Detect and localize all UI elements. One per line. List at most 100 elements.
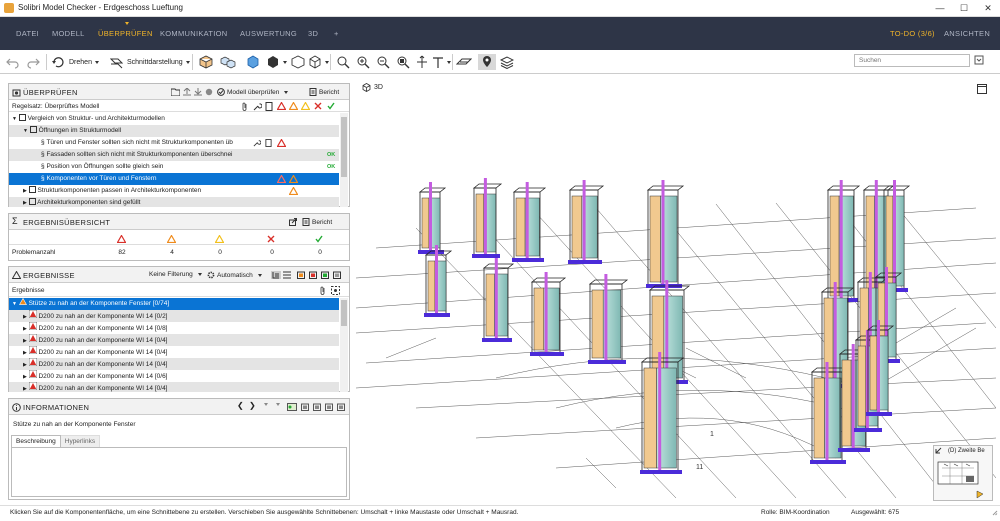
redo-icon[interactable] [26, 54, 40, 70]
category-red-icon[interactable] [309, 271, 317, 279]
tree-row[interactable]: § Fassaden sollten sich nicht mit Strukt… [9, 149, 339, 161]
critical-result-icon [28, 358, 37, 368]
result-row[interactable]: ▶ D200 zu nah an der Komponente WI 14 [0… [9, 334, 339, 346]
result-row[interactable]: ▶ D200 zu nah an der Komponente WI 14 [0… [9, 358, 339, 370]
tab-description[interactable]: Beschreibung [11, 435, 61, 447]
tree-row-selected[interactable]: § Komponenten vor Türen und Fenstern [9, 173, 339, 185]
record-icon[interactable] [205, 88, 213, 96]
search-input[interactable] [854, 54, 970, 67]
menu-datei[interactable]: DATEI [16, 29, 39, 38]
problem-count-label: Problemanzahl [12, 249, 56, 256]
result-row[interactable]: ▶ D200 zu nah an der Komponente WI 14 [0… [9, 370, 339, 382]
toolbar-separator [330, 54, 331, 70]
layers-icon[interactable] [500, 54, 514, 70]
filter-dropdown[interactable]: Keine Filterung [149, 271, 202, 278]
result-row[interactable]: ▶ D200 zu nah an der Komponente WI 14 [0… [9, 310, 339, 322]
auto-dropdown[interactable]: Automatisch [207, 271, 262, 279]
tree-row[interactable]: ▶ Architekturkomponenten sind gefüllt [9, 197, 339, 207]
list-view-icon[interactable] [283, 271, 291, 279]
main-menu-bar: DATEI MODELL ÜBERPRÜFEN KOMMUNIKATION AU… [0, 17, 1000, 50]
menu-kommunikation[interactable]: KOMMUNIKATION [160, 29, 228, 38]
fly-icon[interactable] [416, 54, 428, 70]
collapse-minimap-icon[interactable] [935, 447, 942, 456]
wrench-icon [253, 139, 262, 149]
zoom-out-icon[interactable] [376, 54, 390, 70]
check-model-button[interactable]: Modell überprüfen [217, 88, 289, 96]
section-dropdown[interactable]: Schnittdarstellung [110, 54, 190, 70]
ruleset-folder-icon [29, 126, 37, 133]
tab-hyperlinks[interactable]: Hyperlinks [60, 435, 101, 447]
results-scrollbar[interactable] [340, 298, 348, 392]
cube-view-dropdown[interactable] [308, 54, 329, 70]
floor-plan-icon[interactable] [456, 54, 472, 70]
category-4-icon[interactable] [337, 403, 345, 411]
zoom-in-icon[interactable] [356, 54, 370, 70]
next-icon[interactable]: ❯ [249, 401, 256, 410]
multi-box-icon[interactable] [220, 54, 236, 70]
minimap[interactable]: (D) Zweite Be [933, 445, 993, 501]
category-green-icon[interactable] [321, 271, 329, 279]
menu-auswertung[interactable]: AUSWERTUNG [240, 29, 297, 38]
category-3-icon[interactable] [325, 403, 333, 411]
rotate-dropdown[interactable]: Drehen [52, 54, 99, 70]
box-select-icon[interactable] [198, 54, 214, 70]
location-pin-icon[interactable] [478, 54, 496, 70]
result-row[interactable]: ▶ D200 zu nah an der Komponente WI 14 [0… [9, 346, 339, 358]
category-2-icon[interactable] [313, 403, 321, 411]
show-box-icon[interactable] [246, 54, 260, 70]
description-textarea[interactable] [11, 447, 347, 497]
category-1-icon[interactable] [301, 403, 309, 411]
nav-dropdown-icon[interactable] [261, 403, 268, 406]
move-dropdown[interactable] [432, 54, 451, 70]
close-window-button[interactable]: ✕ [978, 2, 998, 14]
report-button[interactable]: Bericht [309, 88, 339, 96]
sort-tree-icon[interactable] [271, 271, 281, 279]
maximize-button[interactable]: ☐ [954, 2, 974, 14]
tree-row[interactable]: ▶ Strukturkomponenten passen in Architek… [9, 185, 339, 197]
moderate-issue-icon [288, 186, 299, 197]
tree-row[interactable]: ▼ Vergleich von Struktur- und Architektu… [9, 113, 339, 125]
transparency-icon[interactable] [290, 54, 306, 70]
minimize-button[interactable]: — [930, 2, 950, 14]
upload-icon[interactable] [183, 88, 191, 96]
critical-count: 82 [118, 249, 126, 256]
category-gray-icon[interactable] [333, 271, 341, 279]
todo-button[interactable]: TO-DO (3/6) [890, 29, 935, 38]
download-icon[interactable] [194, 88, 202, 96]
menu-add-tab[interactable]: + [334, 29, 339, 38]
section-icon [110, 58, 123, 68]
result-row[interactable]: ▶ D200 zu nah an der Komponente WI 14 [0… [9, 322, 339, 334]
hide-box-dropdown[interactable] [266, 54, 287, 70]
nav-options-icon[interactable] [273, 403, 280, 406]
category-orange-icon[interactable] [297, 271, 305, 279]
search-options-icon[interactable] [974, 55, 984, 67]
ruleset-header: Regelsatz: Überprüftes Modell [9, 101, 349, 112]
warning-outline-icon [11, 270, 22, 281]
menu-modell[interactable]: MODELL [52, 29, 85, 38]
previous-icon[interactable]: ❮ [237, 401, 244, 410]
open-folder-icon[interactable] [171, 88, 180, 96]
zoom-fit-icon[interactable] [336, 54, 350, 70]
menu-3d[interactable]: 3D [308, 29, 318, 38]
undo-icon[interactable] [6, 54, 20, 70]
window-title: Solibri Model Checker - Erdgeschoss Luef… [18, 3, 183, 12]
tree-row[interactable]: § Position von Öffnungen sollte gleich s… [9, 161, 339, 173]
tree-row[interactable]: § Türen und Fenster sollten sich nicht m… [9, 137, 339, 149]
summary-report-button[interactable]: Bericht [302, 218, 332, 226]
export-icon[interactable] [289, 218, 297, 226]
3d-viewport[interactable]: 3D 1 11 (D) Zweite Be [356, 78, 996, 502]
zoom-selection-icon[interactable] [396, 54, 410, 70]
result-group-row[interactable]: ▼ Stütze zu nah an der Komponente Fenste… [9, 298, 339, 310]
menu-ueberpruefen[interactable]: ÜBERPRÜFEN [98, 22, 153, 38]
main-toolbar: Drehen Schnittdarstellung [0, 50, 1000, 74]
views-button[interactable]: ANSICHTEN [944, 29, 990, 38]
result-row[interactable]: ▶ D200 zu nah an der Komponente WI 14 [0… [9, 382, 339, 392]
toolbar-separator [452, 54, 453, 70]
resize-grip-icon[interactable] [990, 508, 998, 521]
tree-scrollbar[interactable] [340, 113, 348, 207]
slide-icon[interactable] [287, 403, 297, 411]
ruleset-folder-icon [18, 114, 26, 121]
check-panel-title: ÜBERPRÜFEN [23, 88, 78, 97]
tree-row[interactable]: ▼ Öffnungen im Strukturmodell [9, 125, 339, 137]
building-model-render[interactable]: 1 11 [356, 78, 996, 502]
